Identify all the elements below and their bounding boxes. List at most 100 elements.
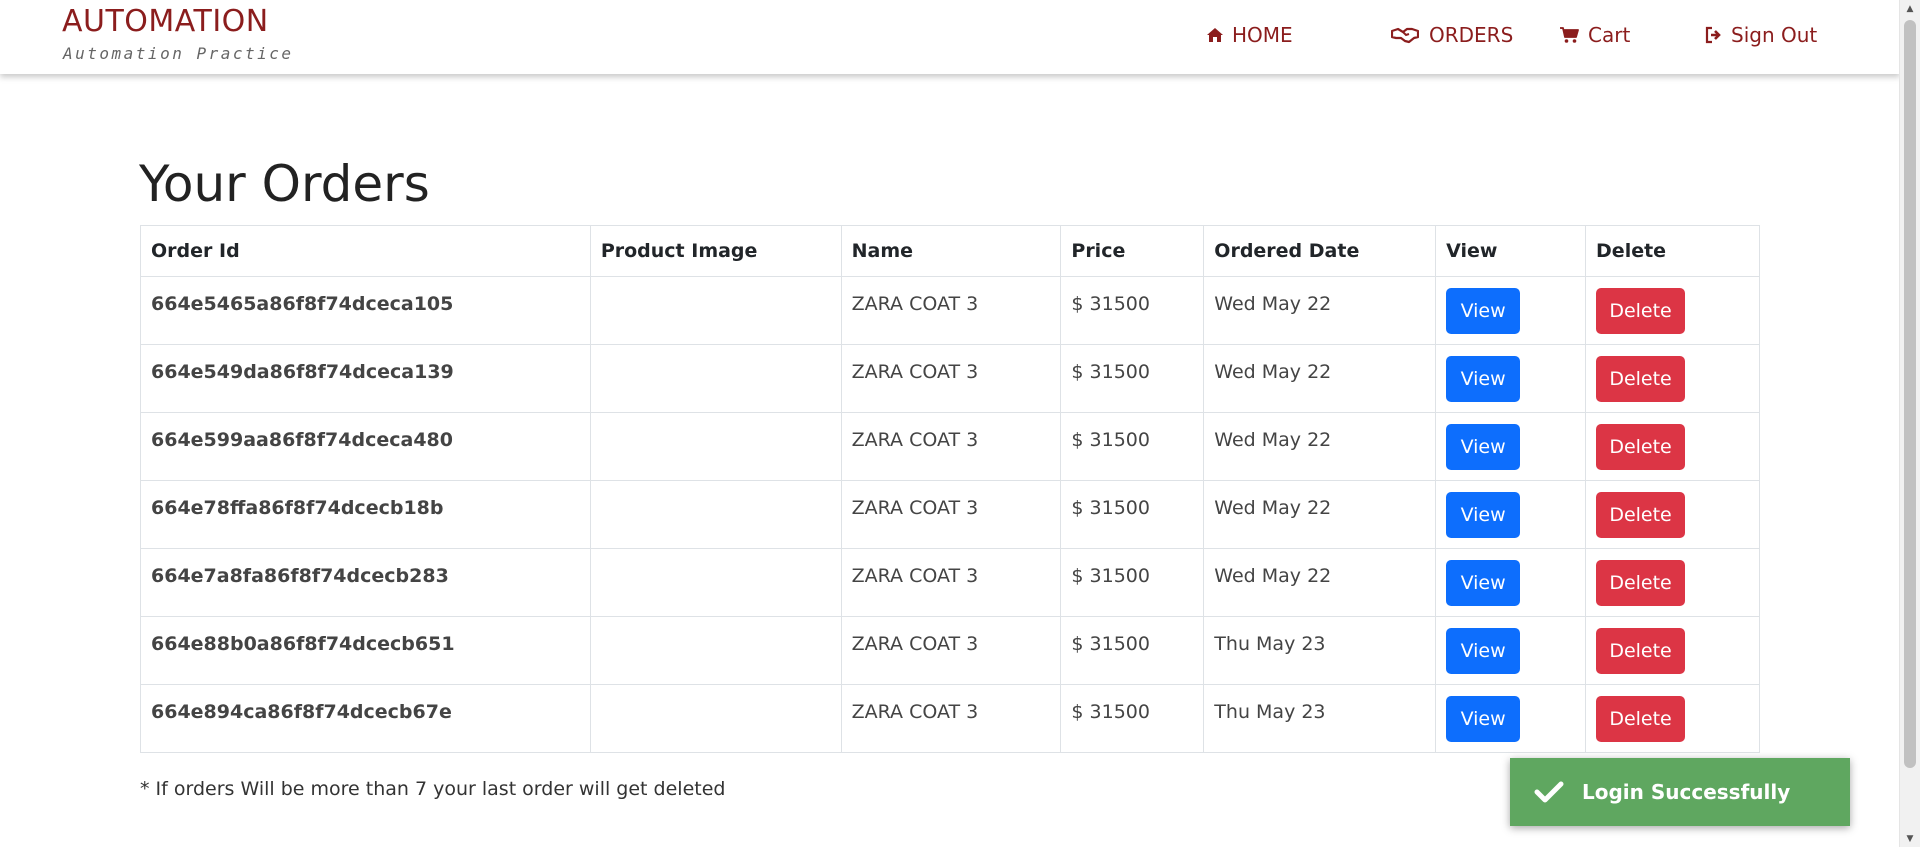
name-cell: ZARA COAT 3 [840, 412, 1062, 481]
delete-button[interactable]: Delete [1596, 628, 1686, 674]
header-order-id: Order Id [140, 225, 591, 277]
header-ordered-date: Ordered Date [1203, 225, 1437, 277]
checkmark-icon [1534, 780, 1564, 804]
delete-button[interactable]: Delete [1596, 492, 1686, 538]
name-cell: ZARA COAT 3 [840, 276, 1062, 345]
view-cell: View [1435, 616, 1587, 685]
price-cell: $ 31500 [1060, 616, 1205, 685]
product-image-cell [589, 480, 842, 549]
product-image-cell [589, 684, 842, 753]
header-product-image: Product Image [589, 225, 842, 277]
delete-cell: Delete [1585, 616, 1760, 685]
delete-cell: Delete [1585, 344, 1760, 413]
date-cell: Wed May 22 [1203, 480, 1437, 549]
delete-cell: Delete [1585, 684, 1760, 753]
order-id-cell: 664e549da86f8f74dceca139 [140, 344, 591, 413]
home-icon [1204, 24, 1226, 46]
price-cell: $ 31500 [1060, 684, 1205, 753]
nav-cart-link[interactable]: Cart [1558, 20, 1630, 50]
date-cell: Wed May 22 [1203, 276, 1437, 345]
view-button[interactable]: View [1446, 628, 1521, 674]
cart-icon [1558, 24, 1580, 46]
delete-button[interactable]: Delete [1596, 356, 1686, 402]
date-cell: Thu May 23 [1203, 684, 1437, 753]
vertical-scrollbar[interactable]: ▲ ▼ [1899, 0, 1920, 847]
orders-limit-note: * If orders Will be more than 7 your las… [140, 778, 726, 800]
view-button[interactable]: View [1446, 356, 1521, 402]
scroll-up-arrow-icon[interactable]: ▲ [1900, 0, 1920, 17]
nav-signout-link[interactable]: Sign Out [1703, 20, 1817, 50]
header-price: Price [1060, 225, 1205, 277]
name-cell: ZARA COAT 3 [840, 684, 1062, 753]
table-row: 664e88b0a86f8f74dcecb651 ZARA COAT 3 $ 3… [140, 616, 1760, 685]
handshake-icon [1391, 24, 1419, 46]
scroll-down-arrow-icon[interactable]: ▼ [1900, 830, 1920, 847]
name-cell: ZARA COAT 3 [840, 548, 1062, 617]
date-cell: Wed May 22 [1203, 412, 1437, 481]
order-id-cell: 664e88b0a86f8f74dcecb651 [140, 616, 591, 685]
table-header: Order Id Product Image Name Price Ordere… [140, 225, 1760, 277]
table-row: 664e5465a86f8f74dceca105 ZARA COAT 3 $ 3… [140, 276, 1760, 345]
view-button[interactable]: View [1446, 288, 1521, 334]
page-title: Your Orders [139, 155, 430, 213]
header-view: View [1435, 225, 1587, 277]
view-cell: View [1435, 480, 1587, 549]
delete-cell: Delete [1585, 412, 1760, 481]
name-cell: ZARA COAT 3 [840, 616, 1062, 685]
view-cell: View [1435, 276, 1587, 345]
price-cell: $ 31500 [1060, 412, 1205, 481]
price-cell: $ 31500 [1060, 344, 1205, 413]
product-image-cell [589, 412, 842, 481]
table-row: 664e7a8fa86f8f74dcecb283 ZARA COAT 3 $ 3… [140, 548, 1760, 617]
login-success-toast[interactable]: Login Successfully [1510, 758, 1850, 826]
nav-home-link[interactable]: HOME [1204, 20, 1293, 50]
name-cell: ZARA COAT 3 [840, 480, 1062, 549]
delete-cell: Delete [1585, 548, 1760, 617]
orders-table: Order Id Product Image Name Price Ordere… [140, 225, 1760, 753]
order-id-cell: 664e599aa86f8f74dceca480 [140, 412, 591, 481]
price-cell: $ 31500 [1060, 548, 1205, 617]
table-row: 664e894ca86f8f74dcecb67e ZARA COAT 3 $ 3… [140, 684, 1760, 753]
table-row: 664e549da86f8f74dceca139 ZARA COAT 3 $ 3… [140, 344, 1760, 413]
price-cell: $ 31500 [1060, 480, 1205, 549]
order-id-cell: 664e78ffa86f8f74dcecb18b [140, 480, 591, 549]
view-button[interactable]: View [1446, 696, 1521, 742]
product-image-cell [589, 344, 842, 413]
delete-cell: Delete [1585, 276, 1760, 345]
product-image-cell [589, 616, 842, 685]
nav-signout-label: Sign Out [1731, 23, 1818, 47]
view-button[interactable]: View [1446, 560, 1521, 606]
nav-home-label: HOME [1232, 23, 1293, 47]
product-image-cell [589, 548, 842, 617]
view-cell: View [1435, 344, 1587, 413]
nav-orders-label: ORDERS [1429, 23, 1514, 47]
view-button[interactable]: View [1446, 492, 1521, 538]
name-cell: ZARA COAT 3 [840, 344, 1062, 413]
sign-out-icon [1703, 24, 1725, 46]
product-image-cell [589, 276, 842, 345]
date-cell: Wed May 22 [1203, 344, 1437, 413]
toast-message: Login Successfully [1582, 780, 1791, 804]
delete-button[interactable]: Delete [1596, 424, 1686, 470]
delete-button[interactable]: Delete [1596, 696, 1686, 742]
view-cell: View [1435, 548, 1587, 617]
date-cell: Wed May 22 [1203, 548, 1437, 617]
brand-subtitle: Automation Practice [63, 44, 294, 63]
brand-title[interactable]: AUTOMATION [62, 4, 269, 39]
header-delete: Delete [1585, 225, 1760, 277]
order-id-cell: 664e7a8fa86f8f74dcecb283 [140, 548, 591, 617]
header-name: Name [840, 225, 1062, 277]
view-cell: View [1435, 684, 1587, 753]
delete-cell: Delete [1585, 480, 1760, 549]
view-cell: View [1435, 412, 1587, 481]
scrollbar-thumb[interactable] [1904, 20, 1916, 768]
date-cell: Thu May 23 [1203, 616, 1437, 685]
view-button[interactable]: View [1446, 424, 1521, 470]
nav-orders-link[interactable]: ORDERS [1391, 20, 1513, 50]
delete-button[interactable]: Delete [1596, 560, 1686, 606]
order-id-cell: 664e5465a86f8f74dceca105 [140, 276, 591, 345]
delete-button[interactable]: Delete [1596, 288, 1686, 334]
table-row: 664e599aa86f8f74dceca480 ZARA COAT 3 $ 3… [140, 412, 1760, 481]
order-id-cell: 664e894ca86f8f74dcecb67e [140, 684, 591, 753]
price-cell: $ 31500 [1060, 276, 1205, 345]
